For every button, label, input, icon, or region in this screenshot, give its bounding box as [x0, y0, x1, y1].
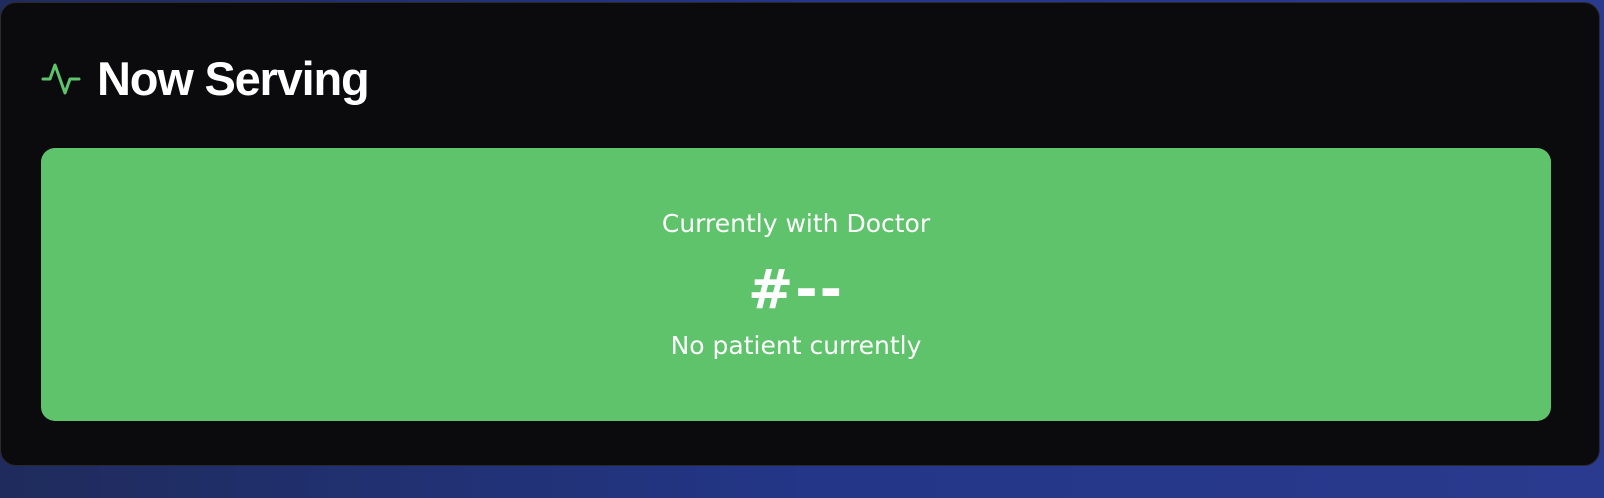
panel-title: Now Serving: [97, 52, 370, 105]
now-serving-panel: Now Serving Currently with Doctor #-- No…: [0, 2, 1600, 466]
current-patient-card: Currently with Doctor #-- No patient cur…: [41, 148, 1551, 421]
panel-header: Now Serving: [41, 51, 370, 107]
current-status-text: No patient currently: [670, 330, 922, 360]
activity-pulse-icon: [41, 59, 81, 99]
current-ticket-number: #--: [747, 257, 845, 321]
current-label: Currently with Doctor: [661, 208, 931, 238]
